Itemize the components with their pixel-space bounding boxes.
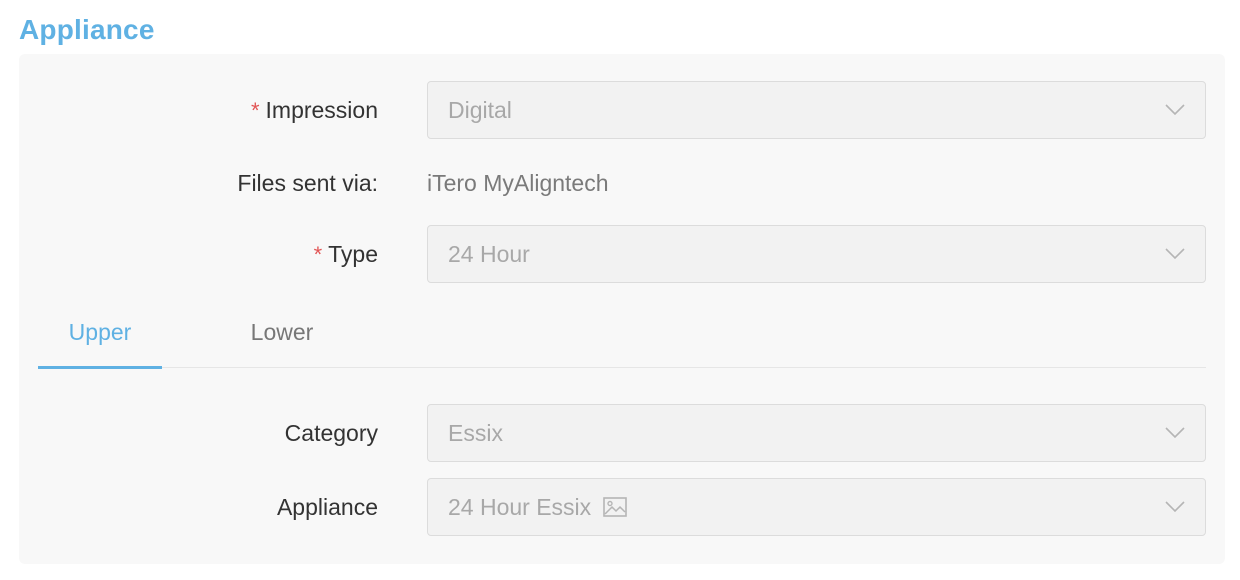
type-row: * Type 24 Hour bbox=[19, 225, 1225, 283]
appliance-row: Appliance 24 Hour Essix bbox=[19, 478, 1225, 536]
image-icon[interactable] bbox=[603, 497, 627, 517]
appliance-label: Appliance bbox=[276, 493, 378, 520]
type-label: * Type bbox=[314, 225, 378, 283]
tab-lower[interactable]: Lower bbox=[220, 296, 344, 368]
type-value: 24 Hour bbox=[448, 240, 530, 267]
chevron-down-icon bbox=[1165, 104, 1185, 116]
appliance-select[interactable]: 24 Hour Essix bbox=[427, 478, 1206, 536]
category-select[interactable]: Essix bbox=[427, 404, 1206, 462]
appliance-card: * Impression Digital Files sent via: iTe… bbox=[19, 54, 1225, 564]
impression-label-text: Impression bbox=[265, 96, 378, 123]
category-value: Essix bbox=[448, 419, 503, 446]
required-mark: * bbox=[313, 242, 323, 267]
category-label: Category bbox=[284, 419, 378, 446]
chevron-down-icon bbox=[1165, 248, 1185, 260]
chevron-down-icon bbox=[1165, 427, 1185, 439]
required-mark: * bbox=[250, 98, 260, 123]
files-sent-row: Files sent via: iTero MyAligntech bbox=[19, 154, 1225, 212]
section-title: Appliance bbox=[19, 14, 155, 45]
appliance-value: 24 Hour Essix bbox=[448, 493, 592, 520]
chevron-down-icon bbox=[1165, 501, 1185, 513]
type-select[interactable]: 24 Hour bbox=[427, 225, 1206, 283]
files-sent-label: Files sent via: bbox=[237, 169, 378, 196]
tab-upper[interactable]: Upper bbox=[38, 296, 162, 369]
type-label-text: Type bbox=[328, 240, 378, 267]
category-row: Category Essix bbox=[19, 404, 1225, 462]
impression-row: * Impression Digital bbox=[19, 81, 1225, 139]
impression-select[interactable]: Digital bbox=[427, 81, 1206, 139]
impression-value: Digital bbox=[448, 96, 512, 123]
impression-label: * Impression bbox=[251, 81, 378, 139]
files-sent-value: iTero MyAligntech bbox=[427, 169, 609, 196]
arch-tabs: Upper Lower bbox=[38, 296, 1206, 369]
